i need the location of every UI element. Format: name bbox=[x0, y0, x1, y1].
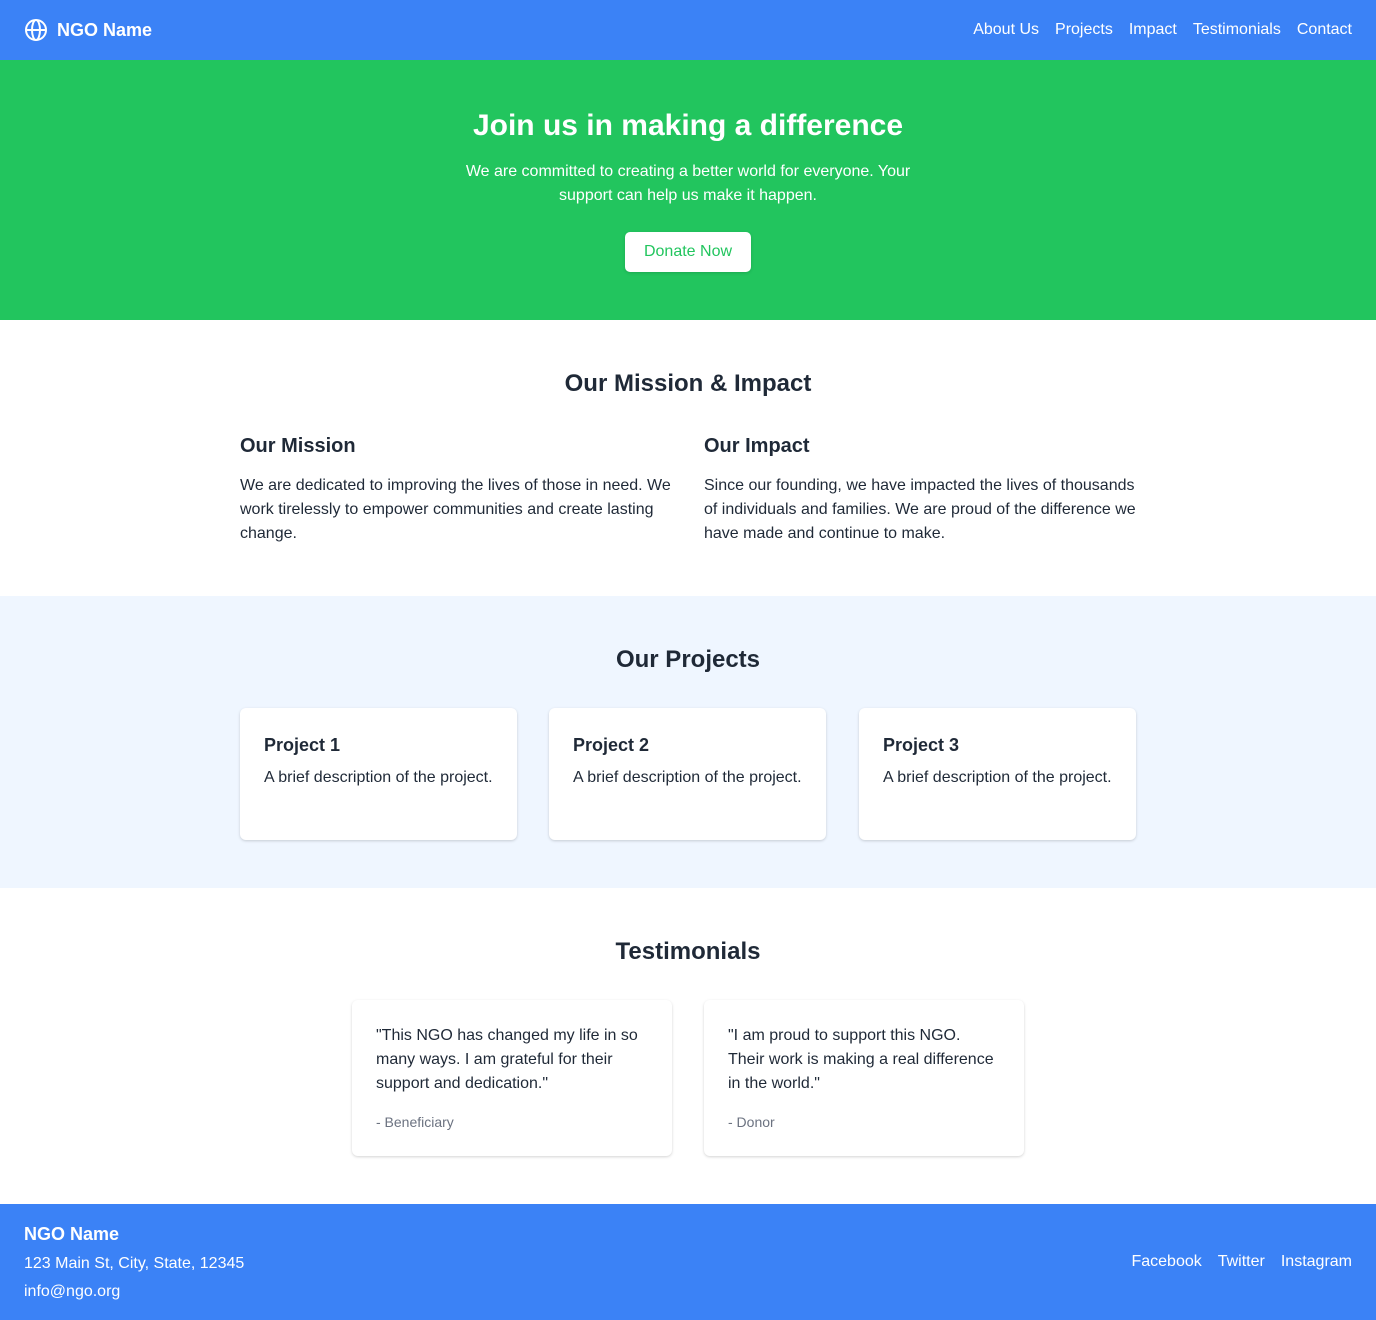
testimonial-quote: "This NGO has changed my life in so many… bbox=[376, 1027, 638, 1092]
footer-address: 123 Main St, City, State, 12345 bbox=[24, 1255, 245, 1272]
project-description: A brief description of the project. bbox=[573, 769, 802, 786]
mission-section: Our Mission & Impact Our Mission We are … bbox=[0, 320, 1376, 596]
globe-icon bbox=[24, 18, 48, 42]
project-card[interactable]: Project 1 A brief description of the pro… bbox=[240, 708, 517, 840]
mission-column: Our Mission We are dedicated to improvin… bbox=[240, 432, 680, 546]
top-nav: NGO Name About Us Projects Impact Testim… bbox=[0, 0, 1376, 60]
social-link-twitter[interactable]: Twitter bbox=[1218, 1250, 1265, 1274]
project-description: A brief description of the project. bbox=[264, 769, 493, 786]
nav-link-contact[interactable]: Contact bbox=[1297, 21, 1352, 39]
footer-org-name: NGO Name bbox=[24, 1224, 120, 1244]
nav-link-about-us[interactable]: About Us bbox=[973, 21, 1039, 39]
mission-section-title: Our Mission & Impact bbox=[564, 370, 812, 397]
nav-link-impact[interactable]: Impact bbox=[1129, 21, 1177, 39]
testimonial-card: "I am proud to support this NGO. Their w… bbox=[704, 1000, 1024, 1156]
projects-section: Our Projects Project 1 A brief descripti… bbox=[0, 596, 1376, 888]
project-title: Project 3 bbox=[883, 735, 960, 755]
social-link-instagram[interactable]: Instagram bbox=[1281, 1250, 1352, 1274]
social-links: Facebook Twitter Instagram bbox=[1131, 1250, 1352, 1274]
testimonial-author: - Donor bbox=[728, 1114, 775, 1130]
impact-column: Our Impact Since our founding, we have i… bbox=[704, 432, 1144, 546]
social-link-facebook[interactable]: Facebook bbox=[1131, 1250, 1201, 1274]
donate-now-button[interactable]: Donate Now bbox=[625, 232, 751, 272]
project-title: Project 2 bbox=[573, 735, 650, 755]
impact-title: Our Impact bbox=[704, 435, 810, 457]
footer-email: info@ngo.org bbox=[24, 1283, 121, 1300]
project-description: A brief description of the project. bbox=[883, 769, 1112, 786]
project-card[interactable]: Project 3 A brief description of the pro… bbox=[859, 708, 1136, 840]
testimonials-section-title: Testimonials bbox=[615, 938, 761, 965]
testimonial-author: - Beneficiary bbox=[376, 1114, 454, 1130]
brand[interactable]: NGO Name bbox=[24, 18, 152, 42]
project-title: Project 1 bbox=[264, 735, 341, 755]
hero-title: Join us in making a difference bbox=[472, 109, 904, 142]
testimonial-card: "This NGO has changed my life in so many… bbox=[352, 1000, 672, 1156]
mission-title: Our Mission bbox=[240, 435, 356, 457]
mission-text: We are dedicated to improving the lives … bbox=[240, 477, 671, 542]
impact-text: Since our founding, we have impacted the… bbox=[704, 477, 1136, 542]
project-card[interactable]: Project 2 A brief description of the pro… bbox=[549, 708, 826, 840]
hero-subtitle: We are committed to creating a better wo… bbox=[465, 163, 911, 204]
footer: NGO Name 123 Main St, City, State, 12345… bbox=[0, 1204, 1376, 1320]
testimonials-section: Testimonials "This NGO has changed my li… bbox=[0, 888, 1376, 1204]
nav-links: About Us Projects Impact Testimonials Co… bbox=[973, 21, 1352, 39]
hero-section: Join us in making a difference We are co… bbox=[0, 60, 1376, 320]
nav-link-projects[interactable]: Projects bbox=[1055, 21, 1113, 39]
brand-name: NGO Name bbox=[57, 19, 153, 40]
nav-link-testimonials[interactable]: Testimonials bbox=[1193, 21, 1281, 39]
projects-section-title: Our Projects bbox=[615, 646, 761, 673]
testimonial-quote: "I am proud to support this NGO. Their w… bbox=[728, 1027, 994, 1092]
